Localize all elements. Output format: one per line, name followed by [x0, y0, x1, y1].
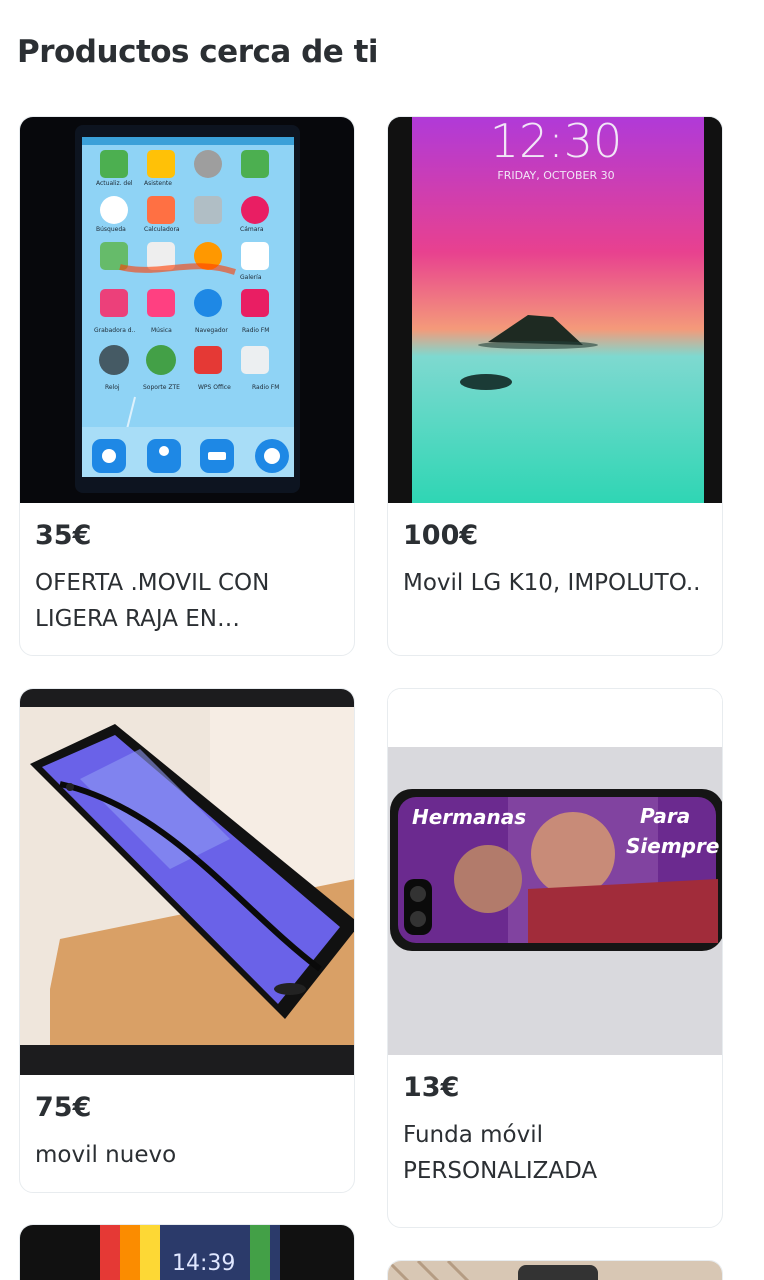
section-title: Productos cerca de ti [17, 34, 379, 70]
clock-date: FRIDAY, OCTOBER 30 [497, 169, 614, 182]
product-photo [388, 1261, 722, 1280]
app-label: Radio FM [242, 327, 269, 334]
app-label: Reloj [105, 384, 120, 391]
app-label: Actualiz. del [96, 180, 133, 187]
clock-time: 12:30 [490, 117, 623, 168]
product-image[interactable]: 14:39 [20, 1225, 354, 1280]
product-image[interactable]: Actualiz. del Asistente Búsqueda Calcula… [20, 117, 354, 503]
app-label: Asistente [144, 180, 172, 187]
product-image[interactable]: 12:30 FRIDAY, OCTOBER 30 [388, 117, 722, 503]
product-price: 75€ [35, 1092, 92, 1123]
product-card[interactable] [387, 1260, 723, 1280]
app-label: Galería [240, 274, 262, 281]
clock-time: 14:39 [172, 1251, 235, 1276]
app-label: Música [151, 327, 172, 334]
product-price: 13€ [403, 1072, 460, 1103]
app-label: WPS Office [198, 384, 231, 391]
app-label: Búsqueda [96, 226, 126, 233]
product-price: 35€ [35, 520, 92, 551]
app-label: Grabadora d.. [94, 327, 136, 334]
product-name: movil nuevo [35, 1142, 177, 1168]
product-price: 100€ [403, 520, 479, 551]
screen-protector-photo [20, 689, 354, 1075]
product-card[interactable]: Actualiz. del Asistente Búsqueda Calcula… [19, 116, 355, 656]
product-card[interactable]: Hermanas Para Siempre 13€ Funda móvil PE… [387, 688, 723, 1228]
product-name: Movil LG K10, IMPOLUTO.. [403, 570, 701, 596]
product-card[interactable]: 14:39 [19, 1224, 355, 1280]
phone-case-photo: Hermanas Para Siempre [388, 689, 722, 1055]
product-card[interactable]: 75€ movil nuevo [19, 688, 355, 1193]
phone-photo: 12:30 FRIDAY, OCTOBER 30 [388, 117, 722, 503]
product-image[interactable] [20, 689, 354, 1075]
case-text-right: Siempre [626, 834, 719, 858]
products-page: Productos cerca de ti Actualiz. del Asis… [0, 0, 764, 1280]
case-text-right: Para [640, 804, 690, 828]
app-label: Calculadora [144, 226, 180, 233]
phone-photo: 14:39 [20, 1225, 354, 1280]
product-card[interactable]: 12:30 FRIDAY, OCTOBER 30 100€ Movil LG K… [387, 116, 723, 656]
product-name: OFERTA .MOVIL CON LIGERA RAJA EN PANTALL… [35, 570, 270, 632]
app-label: Soporte ZTE [143, 384, 180, 391]
app-label: Cámara [240, 226, 264, 233]
app-label: Navegador [195, 327, 228, 334]
phone-photo: Actualiz. del Asistente Búsqueda Calcula… [20, 117, 354, 503]
product-image[interactable]: Hermanas Para Siempre [388, 689, 722, 1055]
product-name: Funda móvil PERSONALIZADA [403, 1122, 598, 1184]
app-label: Radio FM [252, 384, 279, 391]
product-image[interactable] [388, 1261, 722, 1280]
case-text-left: Hermanas [412, 805, 526, 829]
